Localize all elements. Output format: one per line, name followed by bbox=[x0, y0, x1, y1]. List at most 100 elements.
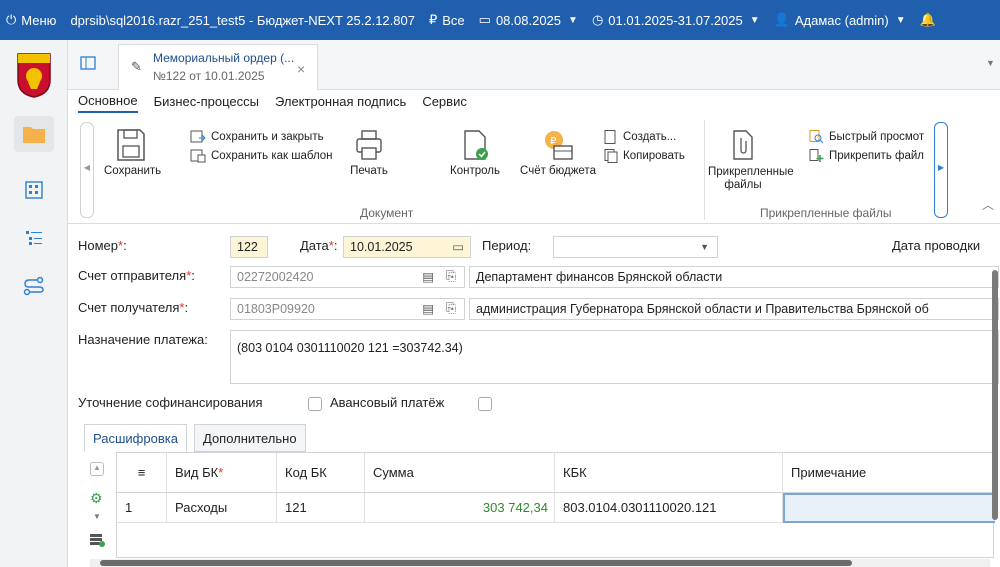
ribbon: ◀ Сохранить Сохранить и закрыть Сохранит… bbox=[68, 116, 1000, 224]
cofinancing-label: Уточнение софинансирования bbox=[78, 395, 263, 410]
cell-kod-bk[interactable]: 121 bbox=[277, 493, 365, 523]
payment-purpose-field[interactable]: (803 0104 0301110020 121 =303742.34) bbox=[230, 330, 999, 384]
attach-file-label: Прикрепить файл bbox=[829, 150, 925, 162]
tree-list-icon bbox=[26, 231, 42, 245]
power-icon: ⏻ bbox=[6, 12, 17, 27]
magnifier-icon bbox=[809, 130, 824, 144]
folder-nav-button[interactable] bbox=[14, 116, 54, 152]
cell-summa[interactable]: 303 742,34 bbox=[365, 493, 555, 523]
period-selector[interactable]: ◷ 01.01.2025-31.07.2025 ▼ bbox=[592, 12, 760, 28]
reference-book-icon[interactable]: ▤ bbox=[422, 269, 434, 284]
group-label-files: Прикрепленные файлы bbox=[760, 206, 892, 220]
open-link-icon[interactable]: ⎘ bbox=[446, 269, 456, 284]
create-button[interactable]: Создать... bbox=[602, 130, 676, 144]
panel-toggle-icon[interactable] bbox=[80, 55, 96, 74]
route-nav-button[interactable] bbox=[14, 268, 54, 304]
dashboard-icon bbox=[25, 181, 43, 199]
filter-selector[interactable]: ₽ Все bbox=[429, 12, 465, 28]
scroll-up-icon[interactable]: ▲ bbox=[90, 462, 104, 476]
copy-label: Копировать bbox=[623, 150, 685, 162]
ribbon-tab-main[interactable]: Основное bbox=[78, 93, 138, 113]
attach-file-button[interactable]: Прикрепить файл bbox=[808, 149, 924, 163]
tab-additional[interactable]: Дополнительно bbox=[194, 424, 306, 452]
save-close-button[interactable]: Сохранить и закрыть bbox=[190, 130, 324, 144]
copy-button[interactable]: Копировать bbox=[602, 149, 685, 163]
add-row-icon[interactable] bbox=[89, 532, 105, 551]
receiver-account-field[interactable]: 01803P09920 ▤ ⎘ bbox=[230, 298, 465, 320]
bell-icon[interactable]: 🔔 bbox=[920, 12, 936, 28]
document-tab[interactable]: ✎ Мемориальный ордер (... №122 от 10.01.… bbox=[118, 44, 318, 90]
chevron-down-icon: ▼ bbox=[895, 14, 906, 26]
tree-nav-button[interactable] bbox=[14, 220, 54, 256]
horizontal-scroll-thumb[interactable] bbox=[100, 560, 852, 566]
control-button[interactable]: Контроль bbox=[446, 128, 504, 177]
ribbon-tab-service[interactable]: Сервис bbox=[422, 94, 467, 112]
ruble-icon: ₽ bbox=[428, 12, 438, 27]
budget-account-button[interactable]: ₽ Счёт бюджета bbox=[516, 128, 600, 177]
sender-account-field[interactable]: 02272002420 ▤ ⎘ bbox=[230, 266, 465, 288]
advance-payment-checkbox[interactable] bbox=[478, 397, 492, 411]
quick-view-button[interactable]: Быстрый просмот bbox=[808, 130, 924, 144]
ribbon-scroll-left-icon[interactable]: ◀ bbox=[80, 122, 94, 218]
ribbon-separator bbox=[704, 120, 705, 220]
column-header-vid-bk[interactable]: Вид БК* bbox=[167, 453, 277, 493]
collapse-ribbon-icon[interactable]: ︿ bbox=[982, 196, 994, 213]
chevron-down-icon: ▼ bbox=[749, 14, 760, 26]
horizontal-scrollbar[interactable] bbox=[90, 559, 990, 567]
save-template-button[interactable]: Сохранить как шаблон bbox=[190, 149, 333, 163]
ribbon-tab-e-signature[interactable]: Электронная подпись bbox=[275, 94, 406, 112]
column-header-kod-bk[interactable]: Код БК bbox=[277, 453, 365, 493]
cell-kbk[interactable]: 803.0104.0301110020.121 bbox=[555, 493, 783, 523]
menu-button[interactable]: ⏻ Меню bbox=[6, 12, 56, 28]
printer-icon bbox=[356, 130, 382, 160]
cell-note[interactable] bbox=[783, 493, 995, 523]
create-label: Создать... bbox=[623, 131, 677, 143]
dashboard-nav-button[interactable] bbox=[14, 172, 54, 208]
reference-book-icon[interactable]: ▤ bbox=[422, 301, 434, 316]
save-button[interactable]: Сохранить bbox=[104, 128, 162, 177]
cell-vid-bk[interactable]: Расходы bbox=[167, 493, 277, 523]
vertical-scrollbar[interactable] bbox=[992, 270, 998, 520]
save-label: Сохранить bbox=[104, 165, 162, 177]
copy-icon bbox=[604, 149, 618, 163]
receiver-name-field[interactable]: администрация Губернатора Брянской облас… bbox=[469, 298, 999, 320]
tab-breakdown[interactable]: Расшифровка bbox=[84, 424, 187, 452]
column-menu-icon[interactable]: ≡ bbox=[117, 453, 167, 493]
chevron-down-icon: ▼ bbox=[700, 242, 709, 252]
calendar-icon[interactable]: ▭ bbox=[452, 239, 464, 254]
sender-account-label: Счет отправителя*: bbox=[78, 268, 195, 283]
filter-label: Все bbox=[442, 12, 465, 28]
close-icon[interactable]: × bbox=[297, 61, 305, 77]
route-icon bbox=[23, 276, 44, 296]
number-field[interactable]: 122 bbox=[230, 236, 268, 258]
tabs-dropdown-icon[interactable]: ▼ bbox=[986, 58, 995, 68]
budget-account-label: Счёт бюджета bbox=[520, 165, 596, 177]
cofinancing-checkbox[interactable] bbox=[308, 397, 322, 411]
top-bar: ⏻ Меню dprsib\sql2016.razr_251_test5 - Б… bbox=[0, 0, 1000, 40]
column-header-summa[interactable]: Сумма bbox=[365, 453, 555, 493]
save-icon bbox=[117, 129, 145, 161]
ribbon-scroll-right-icon[interactable]: ▶ bbox=[934, 122, 948, 218]
date-selector[interactable]: ▭ 08.08.2025 ▼ bbox=[479, 12, 578, 28]
sender-account-value: 02272002420 bbox=[237, 270, 314, 284]
document-tab-title: Мемориальный ордер (... bbox=[153, 51, 295, 65]
date-field[interactable]: 10.01.2025 ▭ bbox=[343, 236, 471, 258]
period-select[interactable]: ▼ bbox=[553, 236, 718, 258]
open-link-icon[interactable]: ⎘ bbox=[446, 301, 456, 316]
ribbon-tab-business-processes[interactable]: Бизнес-процессы bbox=[154, 94, 259, 112]
column-header-kbk[interactable]: КБК bbox=[555, 453, 783, 493]
document-check-icon bbox=[464, 130, 488, 160]
receiver-account-label: Счет получателя*: bbox=[78, 300, 189, 315]
settings-gear-icon[interactable]: ⚙ bbox=[90, 490, 103, 507]
attached-files-button[interactable]: Прикрепленные файлы bbox=[708, 128, 794, 192]
chevron-down-icon[interactable]: ▼ bbox=[93, 512, 101, 521]
sender-name-field[interactable]: Департамент финансов Брянской области bbox=[469, 266, 999, 288]
column-header-note[interactable]: Примечание bbox=[783, 453, 995, 493]
budget-account-icon: ₽ bbox=[545, 131, 573, 160]
print-button[interactable]: Печать bbox=[344, 128, 394, 177]
number-label: Номер*: bbox=[78, 238, 127, 253]
user-menu[interactable]: 👤 Адамас (admin) ▼ bbox=[774, 12, 906, 28]
receiver-account-value: 01803P09920 bbox=[237, 302, 315, 316]
new-document-icon bbox=[604, 130, 616, 144]
save-close-label: Сохранить и закрыть bbox=[211, 131, 324, 143]
